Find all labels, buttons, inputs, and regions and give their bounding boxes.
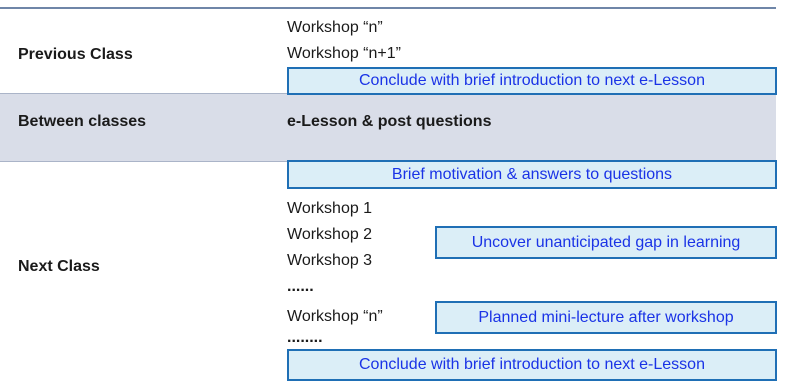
ellipsis-1: ...... xyxy=(287,278,314,295)
top-divider xyxy=(0,7,776,9)
next-workshop-n: Workshop “n” xyxy=(287,308,383,325)
next-workshop-2: Workshop 2 xyxy=(287,226,373,243)
previous-workshop-n-plus-1: Workshop “n+1” xyxy=(287,45,401,62)
next-conclude-box: Conclude with brief introduction to next… xyxy=(287,349,777,381)
next-workshop-3: Workshop 3 xyxy=(287,252,373,269)
previous-workshop-n: Workshop “n” xyxy=(287,19,383,36)
between-classes-label: Between classes xyxy=(18,113,147,130)
previous-conclude-box: Conclude with brief introduction to next… xyxy=(287,67,777,95)
mini-lecture-box: Planned mini-lecture after workshop xyxy=(435,301,777,334)
ellipsis-2: ........ xyxy=(287,329,323,346)
next-class-label: Next Class xyxy=(18,258,100,275)
gap-in-learning-box: Uncover unanticipated gap in learning xyxy=(435,226,777,259)
previous-class-label: Previous Class xyxy=(18,46,133,63)
motivation-box: Brief motivation & answers to questions xyxy=(287,160,777,189)
elesson-activity: e-Lesson & post questions xyxy=(287,113,492,130)
next-workshop-1: Workshop 1 xyxy=(287,200,373,217)
